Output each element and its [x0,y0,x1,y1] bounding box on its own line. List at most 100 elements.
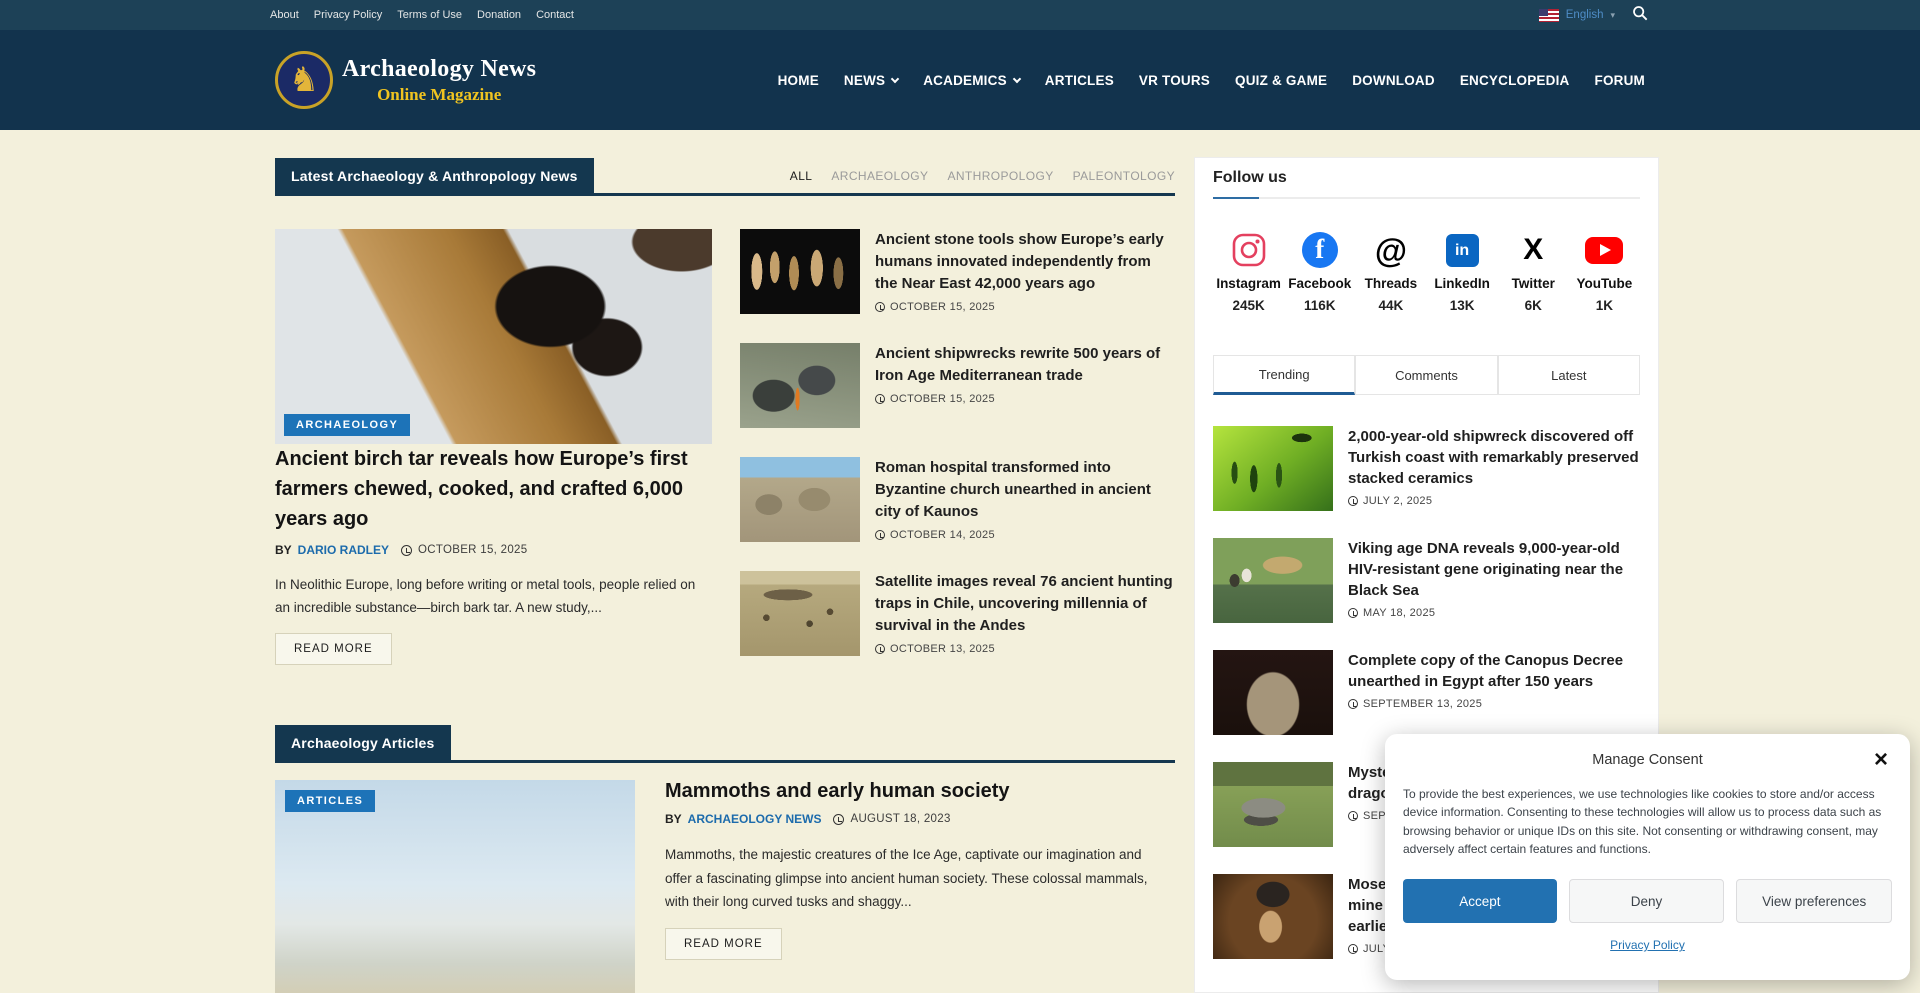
trending-item-thumbnail[interactable] [1213,874,1333,959]
nav-academics[interactable]: ACADEMICS [923,73,1020,88]
news-item-thumbnail[interactable] [740,229,860,314]
clock-icon [1348,811,1358,821]
category-badge[interactable]: ARTICLES [285,790,375,812]
news-item-title[interactable]: Roman hospital transformed into Byzantin… [875,459,1151,520]
clock-icon [1348,496,1358,506]
article-card: ARTICLES Mammoths and early human societ… [275,780,1175,993]
category-badge[interactable]: ARCHAEOLOGY [284,414,410,436]
news-item-thumbnail[interactable] [740,343,860,428]
nav-articles[interactable]: ARTICLES [1045,73,1114,88]
social-linkedin[interactable]: in LinkedIn 13K [1426,229,1497,313]
news-item-thumbnail[interactable] [740,457,860,542]
follow-us-title: Follow us [1213,169,1640,187]
social-facebook[interactable]: f Facebook 116K [1284,229,1355,313]
read-more-button[interactable]: READ MORE [665,928,782,960]
topbar-link-about[interactable]: About [270,9,299,21]
article-image[interactable]: ARTICLES [275,780,635,993]
close-icon[interactable]: × [1874,748,1888,772]
news-filter-tabs: ALL ARCHAEOLOGY ANTHROPOLOGY PALEONTOLOG… [790,169,1175,193]
news-item-date: OCTOBER 15, 2025 [890,393,995,405]
author-link[interactable]: ARCHAEOLOGY NEWS [688,812,822,826]
follower-count: 44K [1355,298,1426,313]
clock-icon [875,302,885,312]
trending-item: Complete copy of the Canopus Decree unea… [1213,650,1640,735]
privacy-policy-link[interactable]: Privacy Policy [1610,938,1685,952]
trending-item-title[interactable]: Complete copy of the Canopus Decree unea… [1348,652,1623,690]
trending-item-thumbnail[interactable] [1213,426,1333,511]
dialog-body-text: To provide the best experiences, we use … [1403,785,1892,858]
read-more-button[interactable]: READ MORE [275,633,392,665]
trending-item-date: MAY 18, 2025 [1363,607,1435,619]
tab-latest[interactable]: Latest [1498,355,1640,395]
nav-vr-tours[interactable]: VR TOURS [1139,73,1210,88]
featured-article-image[interactable]: ARCHAEOLOGY [275,229,712,444]
social-instagram[interactable]: Instagram 245K [1213,229,1284,313]
news-item-thumbnail[interactable] [740,571,860,656]
trending-item-thumbnail[interactable] [1213,762,1333,847]
social-links: Instagram 245K f Facebook 116K @ Threads… [1213,229,1640,313]
trending-item: 2,000-year-old shipwreck discovered off … [1213,426,1640,511]
nav-home[interactable]: HOME [778,73,819,88]
facebook-icon: f [1284,229,1355,271]
featured-article-date: OCTOBER 15, 2025 [418,544,527,556]
main-content-column: Latest Archaeology & Anthropology News A… [275,158,1175,993]
trending-item-title[interactable]: 2,000-year-old shipwreck discovered off … [1348,428,1639,487]
news-item-date: OCTOBER 15, 2025 [890,301,995,313]
search-icon [1632,5,1648,26]
clock-icon [1348,944,1358,954]
follower-count: 1K [1569,298,1640,313]
accept-button[interactable]: Accept [1403,879,1557,923]
topbar-link-terms[interactable]: Terms of Use [397,9,462,21]
social-youtube[interactable]: YouTube 1K [1569,229,1640,313]
article-byline: BY ARCHAEOLOGY NEWS AUGUST 18, 2023 [665,812,1175,826]
tab-trending[interactable]: Trending [1213,355,1355,395]
filter-paleontology[interactable]: PALEONTOLOGY [1073,169,1175,183]
featured-article-title[interactable]: Ancient birch tar reveals how Europe’s f… [275,448,688,530]
tab-comments[interactable]: Comments [1355,355,1497,395]
nav-forum[interactable]: FORUM [1595,73,1646,88]
clock-icon [875,530,885,540]
clock-icon [1348,608,1358,618]
youtube-icon [1569,229,1640,271]
article-title[interactable]: Mammoths and early human society [665,780,1010,802]
deny-button[interactable]: Deny [1569,879,1725,923]
social-twitter[interactable]: X Twitter 6K [1498,229,1569,313]
filter-anthropology[interactable]: ANTHROPOLOGY [947,169,1053,183]
instagram-icon [1213,229,1284,271]
trending-item-title[interactable]: Viking age DNA reveals 9,000-year-old HI… [1348,540,1623,599]
language-selector[interactable]: English [1566,9,1604,21]
featured-article-byline: BY DARIO RADLEY OCTOBER 15, 2025 [275,543,734,557]
clock-icon [875,644,885,654]
top-utility-bar: About Privacy Policy Terms of Use Donati… [0,0,1920,30]
trending-item-thumbnail[interactable] [1213,650,1333,735]
featured-article: ARCHAEOLOGY Ancient birch tar reveals ho… [275,229,734,685]
search-button[interactable] [1632,5,1648,26]
articles-section-title: Archaeology Articles [275,725,451,760]
topbar-link-contact[interactable]: Contact [536,9,574,21]
author-link[interactable]: DARIO RADLEY [298,543,389,557]
topbar-link-privacy-policy[interactable]: Privacy Policy [314,9,382,21]
nav-download[interactable]: DOWNLOAD [1352,73,1435,88]
news-item-title[interactable]: Ancient stone tools show Europe’s early … [875,231,1164,292]
filter-archaeology[interactable]: ARCHAEOLOGY [831,169,928,183]
linkedin-icon: in [1426,229,1497,271]
chevron-down-icon [891,74,899,82]
site-logo[interactable]: ♞ Archaeology News Online Magazine [275,51,536,109]
news-item-title[interactable]: Satellite images reveal 76 ancient hunti… [875,573,1173,634]
topbar-link-donation[interactable]: Donation [477,9,521,21]
follower-count: 6K [1498,298,1569,313]
social-threads[interactable]: @ Threads 44K [1355,229,1426,313]
news-item-title[interactable]: Ancient shipwrecks rewrite 500 years of … [875,345,1160,384]
nav-encyclopedia[interactable]: ENCYCLOPEDIA [1460,73,1570,88]
nav-news[interactable]: NEWS [844,73,898,88]
filter-all[interactable]: ALL [790,169,813,183]
follower-count: 245K [1213,298,1284,313]
trending-item-date: SEPTEMBER 13, 2025 [1363,698,1482,710]
chevron-down-icon [1013,74,1021,82]
trending-item-thumbnail[interactable] [1213,538,1333,623]
trending-item: Viking age DNA reveals 9,000-year-old HI… [1213,538,1640,623]
news-list-item: Ancient stone tools show Europe’s early … [740,229,1175,314]
nav-quiz-game[interactable]: QUIZ & GAME [1235,73,1327,88]
view-preferences-button[interactable]: View preferences [1736,879,1892,923]
main-nav: HOME NEWS ACADEMICS ARTICLES VR TOURS QU… [778,73,1645,88]
